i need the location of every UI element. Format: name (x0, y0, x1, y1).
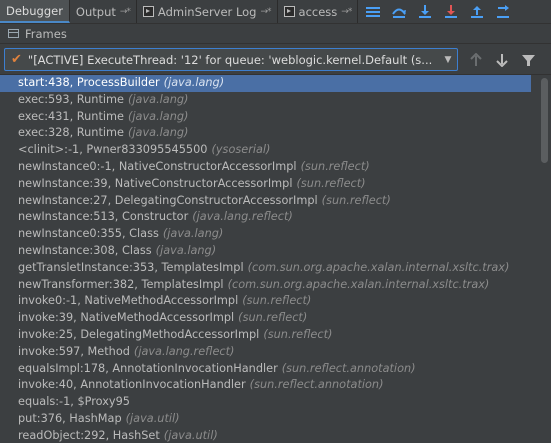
stack-frame[interactable]: equals:-1, $Proxy95 (0, 394, 531, 411)
thread-label: "[ACTIVE] ExecuteThread: '12' for queue:… (27, 52, 433, 67)
frame-package: (java.lang) (128, 109, 189, 123)
stack-frame[interactable]: readObject:292, HashSet (java.util) (0, 428, 531, 443)
stack-frame[interactable]: <clinit>:-1, Pwner833095545500 (ysoserial… (0, 142, 531, 159)
frame-method: invoke0:-1, NativeMethodAccessorImpl (18, 294, 239, 308)
stack-frame[interactable]: invoke:40, AnnotationInvocationHandler (s… (0, 377, 531, 394)
stack-frame[interactable]: newTransformer:382, TemplatesImpl (com.su… (0, 277, 531, 294)
step-into-icon[interactable] (412, 0, 438, 23)
frame-package: (java.lang) (162, 227, 224, 241)
frame-method: getTransletInstance:353, TemplatesImpl (18, 260, 244, 274)
force-step-into-icon[interactable] (438, 0, 464, 23)
frames-header: Frames (0, 24, 551, 44)
frame-package: (java.lang) (163, 76, 225, 89)
frame-method: exec:328, Runtime (18, 126, 124, 140)
frame-package: (ysoserial) (211, 143, 271, 157)
stack-frame[interactable]: newInstance:39, NativeConstructorAccesso… (0, 176, 531, 193)
frame-package: (com.sun.org.apache.xalan.internal.xsltc… (247, 260, 510, 274)
debugger-toolbar (360, 0, 516, 23)
stack-frame[interactable]: put:376, HashMap (java.util) (0, 411, 531, 428)
stack-frame[interactable]: exec:431, Runtime (java.lang) (0, 109, 531, 126)
frame-method: newInstance:308, Class (18, 243, 152, 257)
pin-icon[interactable]: →* (120, 7, 131, 17)
tab-label: Debugger (6, 3, 63, 18)
tab-output[interactable]: Output →* (70, 0, 137, 23)
frame-method: equalsImpl:178, AnnotationInvocationHand… (18, 361, 278, 375)
stack-frame[interactable]: exec:328, Runtime (java.lang) (0, 125, 531, 142)
filter-icon[interactable] (518, 51, 538, 69)
pin-icon[interactable]: →* (260, 7, 271, 17)
thread-selector-row: ✔ "[ACTIVE] ExecuteThread: '12' for queu… (0, 45, 551, 75)
stack-frame[interactable]: newInstance:308, Class (java.lang) (0, 243, 531, 260)
frame-method: start:438, ProcessBuilder (18, 76, 160, 89)
thread-dropdown[interactable]: ✔ "[ACTIVE] ExecuteThread: '12' for queu… (4, 48, 458, 71)
stack-frame[interactable]: getTransletInstance:353, TemplatesImpl (c… (0, 260, 531, 277)
frame-method: newInstance0:355, Class (18, 227, 159, 241)
stack-frame[interactable]: newInstance0:-1, NativeConstructorAccess… (0, 159, 531, 176)
step-over-icon[interactable] (386, 0, 412, 23)
vertical-scrollbar[interactable] (541, 78, 548, 163)
frame-package: (java.lang) (155, 243, 217, 257)
stack-frame[interactable]: exec:593, Runtime (java.lang) (0, 92, 531, 109)
frame-package: (java.lang.reflect) (192, 210, 293, 224)
stack-frame[interactable]: invoke:39, NativeMethodAccessorImpl (sun.… (0, 310, 531, 327)
run-to-cursor-icon[interactable] (490, 0, 516, 23)
frame-package: (sun.reflect) (238, 311, 308, 325)
chevron-down-icon[interactable]: ▼ (439, 49, 457, 70)
frame-package: (sun.reflect) (296, 176, 366, 190)
frame-package: (sun.reflect.annotation) (249, 378, 384, 392)
arrow-up-icon[interactable] (466, 51, 486, 69)
frame-package: (java.lang) (128, 126, 189, 140)
frame-method: invoke:40, AnnotationInvocationHandler (18, 378, 246, 392)
frame-package: (java.lang) (128, 92, 189, 106)
frame-method: newInstance:39, NativeConstructorAccesso… (18, 176, 293, 190)
checkmark-icon: ✔ (11, 52, 22, 67)
menu-icon[interactable] (360, 0, 386, 23)
stack-frame[interactable]: invoke:25, DelegatingMethodAccessorImpl(… (0, 327, 531, 344)
stack-frame[interactable]: start:438, ProcessBuilder (java.lang) (0, 75, 531, 92)
frames-icon (8, 29, 19, 38)
pin-icon[interactable]: →* (341, 7, 352, 17)
tab-label: access (298, 4, 338, 19)
tab-label: Output (75, 4, 116, 19)
frame-method: newInstance:27, DelegatingConstructorAcc… (18, 193, 318, 207)
tab-debugger[interactable]: Debugger (0, 0, 70, 23)
stack-frame[interactable]: invoke0:-1, NativeMethodAccessorImpl (sun… (0, 293, 531, 310)
frame-package: (java.util) (125, 411, 180, 425)
frame-method: exec:593, Runtime (18, 92, 124, 106)
frame-method: equals:-1, $Proxy95 (18, 395, 130, 409)
stack-frame[interactable]: newInstance0:355, Class (java.lang) (0, 226, 531, 243)
frame-package: (sun.reflect) (300, 159, 370, 173)
frame-method: invoke:39, NativeMethodAccessorImpl (18, 311, 235, 325)
frame-package: (java.util) (163, 428, 218, 442)
frames-list[interactable]: start:438, ProcessBuilder (java.lang) exec… (0, 75, 531, 443)
tab-access[interactable]: access →* (278, 0, 359, 23)
frame-package: (sun.reflect) (242, 294, 312, 308)
stack-frame[interactable]: invoke:597, Method (java.lang.reflect) (0, 344, 531, 361)
stack-frame[interactable]: newInstance:27, DelegatingConstructorAcc… (0, 193, 531, 210)
stack-frame[interactable]: newInstance:513, Constructor (java.lang.r… (0, 209, 531, 226)
tab-label: AdminServer Log (157, 4, 257, 19)
frame-package: (java.lang.reflect) (133, 344, 235, 358)
frame-package: (sun.reflect.annotation) (281, 361, 416, 375)
console-icon (142, 6, 154, 17)
tool-window-tabbar: Debugger Output →* AdminServer Log →* ac… (0, 0, 551, 24)
frame-method: invoke:25, DelegatingMethodAccessorImpl (18, 327, 260, 341)
tab-adminserver-log[interactable]: AdminServer Log →* (137, 0, 278, 23)
arrow-down-icon[interactable] (492, 51, 512, 69)
stack-frame[interactable]: equalsImpl:178, AnnotationInvocationHand… (0, 361, 531, 378)
frame-package: (sun.reflect) (321, 193, 391, 207)
frame-method: newTransformer:382, TemplatesImpl (18, 277, 224, 291)
frame-method: newInstance0:-1, NativeConstructorAccess… (18, 159, 297, 173)
frame-method: put:376, HashMap (18, 411, 122, 425)
frame-method: invoke:597, Method (18, 344, 130, 358)
frame-package: (sun.reflect) (263, 327, 333, 341)
frame-method: readObject:292, HashSet (18, 428, 160, 442)
frame-method: <clinit>:-1, Pwner833095545500 (18, 143, 208, 157)
frames-title: Frames (25, 26, 67, 41)
console-icon (283, 6, 295, 17)
step-out-icon[interactable] (464, 0, 490, 23)
frame-method: exec:431, Runtime (18, 109, 124, 123)
frame-package: (com.sun.org.apache.xalan.internal.xsltc… (227, 277, 490, 291)
frame-method: newInstance:513, Constructor (18, 210, 189, 224)
